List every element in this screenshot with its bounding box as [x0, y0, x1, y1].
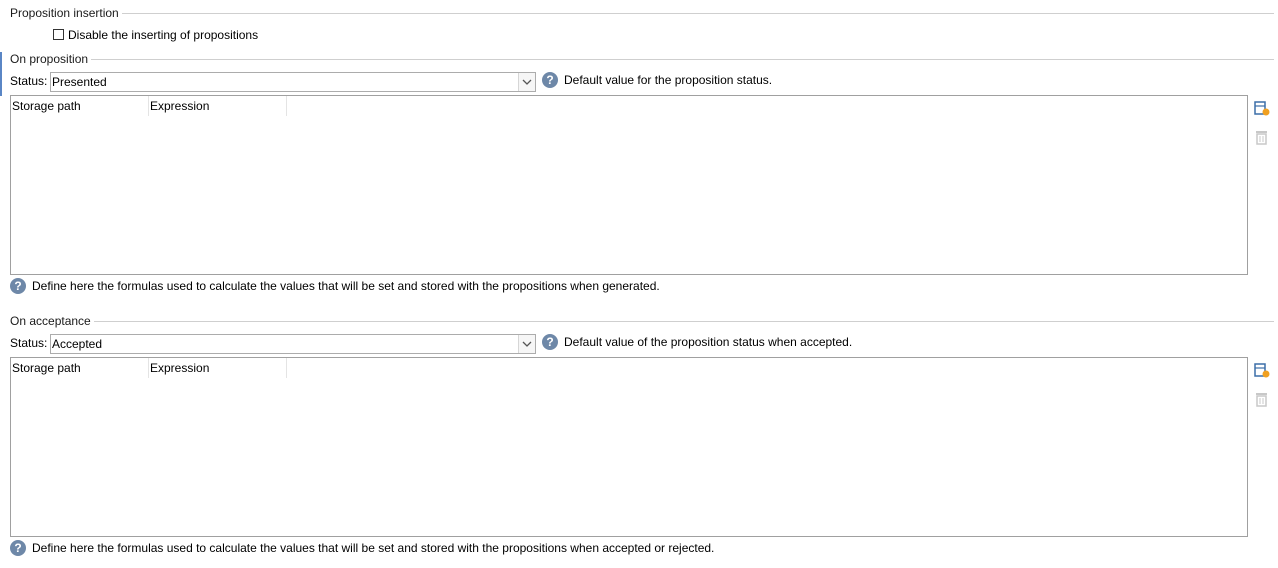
section-legend-proposition-insertion: Proposition insertion	[10, 6, 122, 20]
disable-inserting-checkbox[interactable]	[53, 29, 64, 40]
add-row-icon[interactable]	[1253, 361, 1271, 379]
status-select-proposition[interactable]: Presented	[50, 72, 536, 92]
trash-icon[interactable]	[1253, 390, 1271, 408]
column-header-expression[interactable]: Expression	[149, 96, 287, 116]
help-icon: ?	[542, 334, 558, 350]
footer-hint-proposition: Define here the formulas used to calcula…	[32, 279, 660, 293]
help-icon: ?	[542, 72, 558, 88]
column-header-storage-path[interactable]: Storage path	[11, 358, 149, 378]
section-divider	[10, 13, 1274, 14]
status-select-value: Presented	[52, 75, 107, 89]
storage-table-acceptance[interactable]: Storage path Expression	[10, 357, 1248, 537]
status-hint: Default value of the proposition status …	[564, 335, 853, 349]
section-legend-on-proposition: On proposition	[10, 52, 92, 66]
chevron-down-icon[interactable]	[518, 335, 535, 353]
column-header-expression[interactable]: Expression	[149, 358, 287, 378]
add-row-icon[interactable]	[1253, 99, 1271, 117]
help-icon: ?	[10, 278, 26, 294]
chevron-down-icon[interactable]	[518, 73, 535, 91]
column-header-storage-path[interactable]: Storage path	[11, 96, 149, 116]
help-icon: ?	[10, 540, 26, 556]
storage-table-proposition[interactable]: Storage path Expression	[10, 95, 1248, 275]
status-label: Status:	[10, 74, 48, 88]
footer-hint-acceptance: Define here the formulas used to calcula…	[32, 541, 715, 555]
disable-inserting-label[interactable]: Disable the inserting of propositions	[68, 28, 258, 42]
status-select-value: Accepted	[52, 337, 103, 351]
status-hint: Default value for the proposition status…	[564, 73, 773, 87]
status-select-acceptance[interactable]: Accepted	[50, 334, 536, 354]
section-divider	[10, 59, 1274, 60]
section-divider	[10, 321, 1274, 322]
focus-accent-bar	[0, 52, 2, 96]
status-label: Status:	[10, 336, 48, 350]
trash-icon[interactable]	[1253, 128, 1271, 146]
section-legend-on-acceptance: On acceptance	[10, 314, 94, 328]
